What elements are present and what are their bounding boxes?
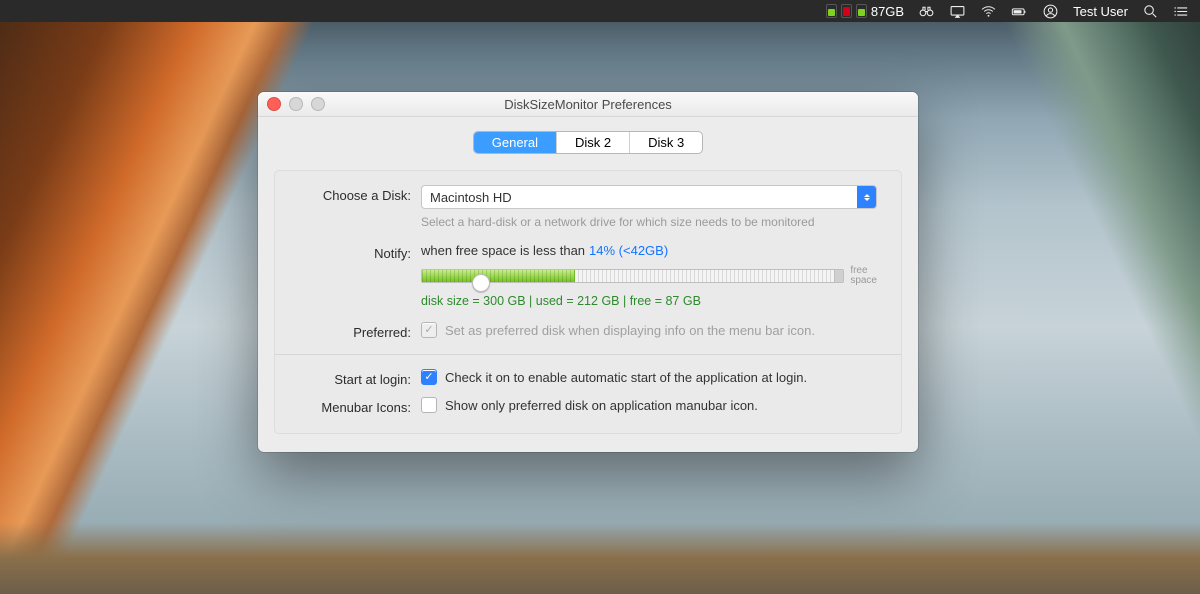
tab-general[interactable]: General xyxy=(474,132,556,153)
zoom-button[interactable] xyxy=(311,97,325,111)
titlebar[interactable]: DiskSizeMonitor Preferences xyxy=(258,92,918,117)
choose-disk-label: Choose a Disk: xyxy=(299,185,421,203)
binoculars-icon[interactable] xyxy=(918,3,935,20)
start-login-checkbox[interactable] xyxy=(421,369,437,385)
menubar-icons-text: Show only preferred disk on application … xyxy=(445,398,758,413)
battery-icon[interactable] xyxy=(1011,3,1028,20)
separator xyxy=(275,354,901,355)
tab-bar: General Disk 2 Disk 3 xyxy=(258,131,918,154)
choose-disk-select[interactable]: Macintosh HD xyxy=(421,185,877,209)
close-button[interactable] xyxy=(267,97,281,111)
airplay-icon[interactable] xyxy=(949,3,966,20)
menubar-icons-checkbox[interactable] xyxy=(421,397,437,413)
preferred-checkbox[interactable] xyxy=(421,322,437,338)
spotlight-icon[interactable] xyxy=(1142,3,1159,20)
window-title: DiskSizeMonitor Preferences xyxy=(504,97,672,112)
preferences-window: DiskSizeMonitor Preferences General Disk… xyxy=(258,92,918,452)
preferred-label: Preferred: xyxy=(299,322,421,340)
preferred-text: Set as preferred disk when displaying in… xyxy=(445,323,815,338)
window-body: General Disk 2 Disk 3 Choose a Disk: Mac… xyxy=(258,117,918,452)
tab-disk2[interactable]: Disk 2 xyxy=(556,132,629,153)
threshold-slider[interactable] xyxy=(421,269,844,283)
disk-icon xyxy=(841,4,852,18)
disk-info: disk size = 300 GB | used = 212 GB | fre… xyxy=(421,294,877,308)
notify-text: when free space is less than xyxy=(421,243,585,258)
menu-list-icon[interactable] xyxy=(1173,3,1190,20)
slider-thumb[interactable] xyxy=(472,274,490,292)
tab-disk3[interactable]: Disk 3 xyxy=(629,132,702,153)
user-name[interactable]: Test User xyxy=(1073,4,1128,19)
start-login-text: Check it on to enable automatic start of… xyxy=(445,370,807,385)
notify-value: 14% (<42GB) xyxy=(589,243,668,258)
minimize-button[interactable] xyxy=(289,97,303,111)
disk-icon xyxy=(826,4,837,18)
choose-disk-hint: Select a hard-disk or a network drive fo… xyxy=(421,215,877,229)
free-space-caption: free space xyxy=(850,266,877,286)
wifi-icon[interactable] xyxy=(980,3,997,20)
chevron-updown-icon xyxy=(857,186,876,208)
slider-end xyxy=(834,270,843,282)
desktop: 87GB Test User xyxy=(0,0,1200,594)
notify-label: Notify: xyxy=(299,243,421,261)
menubar-icons-label: Menubar Icons: xyxy=(299,397,421,415)
choose-disk-value: Macintosh HD xyxy=(422,190,857,205)
start-login-label: Start at login: xyxy=(299,369,421,387)
settings-panel: Choose a Disk: Macintosh HD Select a har… xyxy=(274,170,902,434)
user-menu-icon[interactable] xyxy=(1042,3,1059,20)
menubar-disksize[interactable]: 87GB xyxy=(826,4,904,19)
disk-icon xyxy=(856,4,867,18)
slider-fill xyxy=(422,270,575,282)
menubar: 87GB Test User xyxy=(0,0,1200,22)
free-space-text: 87GB xyxy=(871,4,904,19)
